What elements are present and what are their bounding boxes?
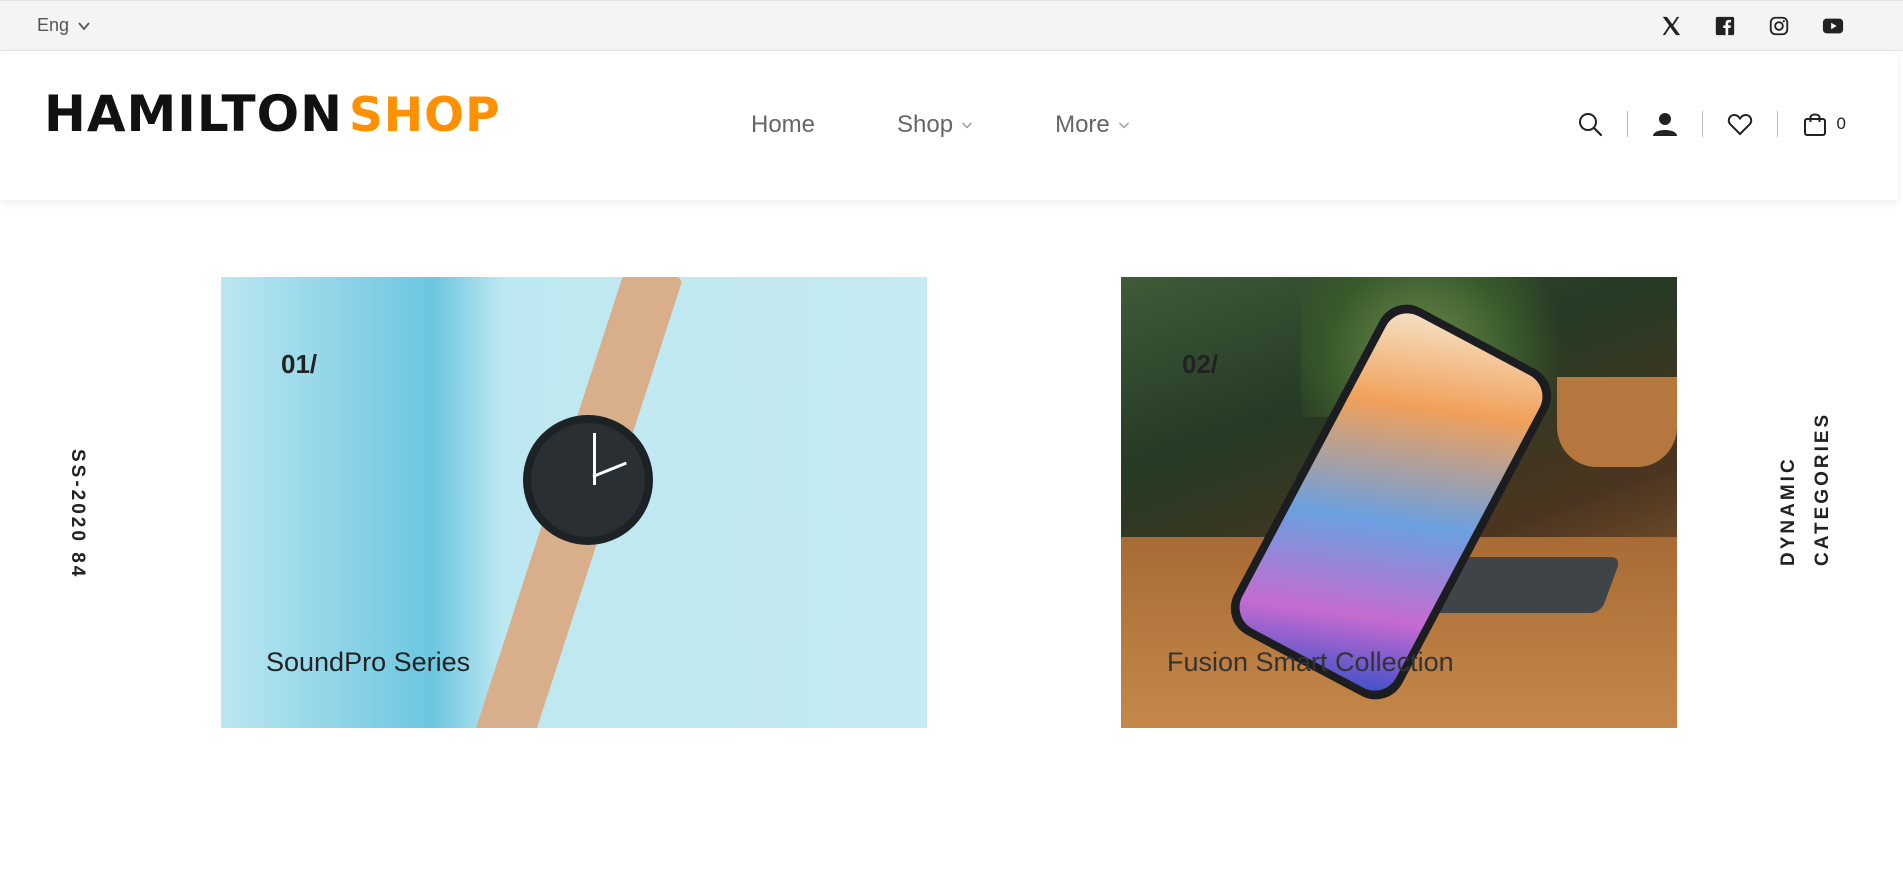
nav-item-label: Shop <box>897 111 954 138</box>
card-title[interactable]: Fusion Smart Collection <box>1167 647 1454 678</box>
nav-item-shop[interactable]: Shop <box>897 111 973 139</box>
facebook-icon[interactable] <box>1713 14 1737 38</box>
watch-face <box>523 415 653 545</box>
language-selector[interactable]: Eng <box>37 15 91 36</box>
x-icon[interactable] <box>1659 14 1683 38</box>
category-card[interactable]: 01/ SoundPro Series <box>221 277 927 728</box>
divider <box>1701 111 1703 137</box>
header-actions: 0 <box>1577 111 1846 137</box>
divider <box>1776 111 1778 137</box>
site-header: HAMILTON SHOP Home Shop More 0 <box>0 51 1898 200</box>
cart-count: 0 <box>1836 114 1846 133</box>
user-icon <box>1652 113 1677 136</box>
wishlist-button[interactable] <box>1727 111 1753 137</box>
vertical-label-left: SS-2020 84 <box>67 449 88 580</box>
account-button[interactable] <box>1652 111 1678 137</box>
card-number: 02/ <box>1182 349 1219 379</box>
logo-text-accent: SHOP <box>348 88 501 143</box>
nav-item-label: Home <box>751 111 816 138</box>
pot-image <box>1557 377 1677 467</box>
nav-item-home[interactable]: Home <box>751 111 815 139</box>
language-label: Eng <box>37 15 70 35</box>
logo-text-dark: HAMILTON <box>44 85 343 143</box>
search-button[interactable] <box>1577 111 1603 137</box>
vertical-label-right: DYNAMIC CATEGORIES <box>1778 411 1833 566</box>
chevron-down-icon <box>78 21 90 30</box>
nav-item-label: More <box>1055 111 1110 138</box>
divider <box>1626 111 1628 137</box>
chevron-down-icon <box>962 122 973 129</box>
cart-button[interactable]: 0 <box>1802 111 1846 137</box>
youtube-icon[interactable] <box>1821 14 1845 38</box>
search-icon <box>1578 113 1602 137</box>
heart-icon <box>1727 113 1752 136</box>
site-logo[interactable]: HAMILTON SHOP <box>44 89 501 139</box>
nav-item-more[interactable]: More <box>1055 111 1130 139</box>
top-bar: Eng <box>0 0 1903 51</box>
chevron-down-icon <box>1118 122 1129 129</box>
card-title[interactable]: SoundPro Series <box>266 647 470 678</box>
social-links <box>1659 14 1845 38</box>
category-card[interactable]: 02/ Fusion Smart Collection <box>1121 277 1677 728</box>
instagram-icon[interactable] <box>1767 14 1791 38</box>
card-number: 01/ <box>281 349 318 379</box>
main-nav: Home Shop More <box>751 111 1212 139</box>
bag-icon <box>1803 113 1826 136</box>
